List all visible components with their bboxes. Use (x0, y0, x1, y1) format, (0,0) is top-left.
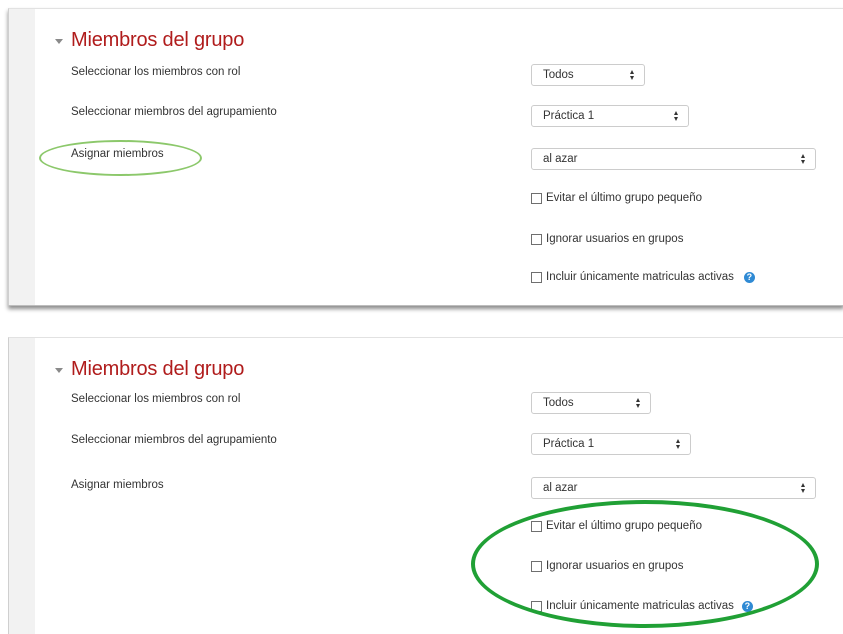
select-arrows-icon (801, 483, 806, 493)
help-icon[interactable]: ? (743, 271, 755, 283)
active-enrolments-label: Incluir únicamente matriculas activas (546, 271, 734, 283)
section-legend[interactable]: Miembros del grupo (55, 358, 244, 381)
checkbox-box[interactable] (531, 192, 542, 204)
select-arrows-icon (676, 439, 681, 449)
active-enrolments-checkbox[interactable]: Incluir únicamente matriculas activas ? (531, 271, 755, 283)
role-select-value: Todos (543, 69, 574, 81)
select-arrows-icon (630, 70, 635, 80)
section-legend[interactable]: Miembros del grupo (55, 29, 244, 52)
ignore-users-checkbox[interactable]: Ignorar usuarios en grupos (531, 233, 683, 245)
avoid-small-group-checkbox[interactable]: Evitar el último grupo pequeño (531, 192, 702, 204)
avoid-small-group-label: Evitar el último grupo pequeño (546, 192, 702, 204)
grouping-select[interactable]: Práctica 1 (531, 105, 689, 127)
avoid-small-group-label: Evitar el último grupo pequeño (546, 520, 702, 532)
assign-label: Asignar miembros (71, 479, 164, 491)
role-label: Seleccionar los miembros con rol (71, 66, 241, 78)
chevron-down-icon (55, 368, 63, 373)
checkbox-box[interactable] (531, 560, 542, 572)
panel-gutter (9, 9, 35, 305)
help-icon[interactable]: ? (741, 600, 753, 612)
select-arrows-icon (801, 154, 806, 164)
chevron-down-icon (55, 39, 63, 44)
role-select-value: Todos (543, 397, 574, 409)
assign-select[interactable]: al azar (531, 477, 816, 499)
panel-gutter (9, 338, 35, 634)
section-title: Miembros del grupo (71, 29, 245, 51)
ignore-users-checkbox[interactable]: Ignorar usuarios en grupos (531, 560, 683, 572)
group-members-panel-2: Miembros del grupo Seleccionar los miemb… (8, 337, 843, 634)
active-enrolments-checkbox[interactable]: Incluir únicamente matriculas activas ? (531, 600, 753, 612)
ignore-users-label: Ignorar usuarios en grupos (546, 233, 684, 245)
screenshot-page: Miembros del grupo Seleccionar los miemb… (0, 0, 843, 634)
checkbox-box[interactable] (531, 600, 542, 612)
assign-select-value: al azar (543, 153, 578, 165)
checkbox-box[interactable] (531, 520, 542, 532)
active-enrolments-label: Incluir únicamente matriculas activas (546, 600, 734, 612)
assign-select[interactable]: al azar (531, 148, 816, 170)
checkbox-box[interactable] (531, 233, 542, 245)
grouping-select-value: Práctica 1 (543, 110, 595, 122)
group-members-panel-1: Miembros del grupo Seleccionar los miemb… (8, 8, 843, 306)
role-select[interactable]: Todos (531, 64, 645, 86)
grouping-label: Seleccionar miembros del agrupamiento (71, 106, 277, 118)
grouping-select-value: Práctica 1 (543, 438, 595, 450)
assign-label: Asignar miembros (71, 148, 164, 160)
section-title: Miembros del grupo (71, 358, 245, 380)
select-arrows-icon (674, 111, 679, 121)
grouping-label: Seleccionar miembros del agrupamiento (71, 434, 277, 446)
select-arrows-icon (636, 398, 641, 408)
checkbox-box[interactable] (531, 271, 542, 283)
ignore-users-label: Ignorar usuarios en grupos (546, 560, 684, 572)
assign-select-value: al azar (543, 482, 578, 494)
role-label: Seleccionar los miembros con rol (71, 393, 241, 405)
role-select[interactable]: Todos (531, 392, 651, 414)
grouping-select[interactable]: Práctica 1 (531, 433, 691, 455)
avoid-small-group-checkbox[interactable]: Evitar el último grupo pequeño (531, 520, 702, 532)
